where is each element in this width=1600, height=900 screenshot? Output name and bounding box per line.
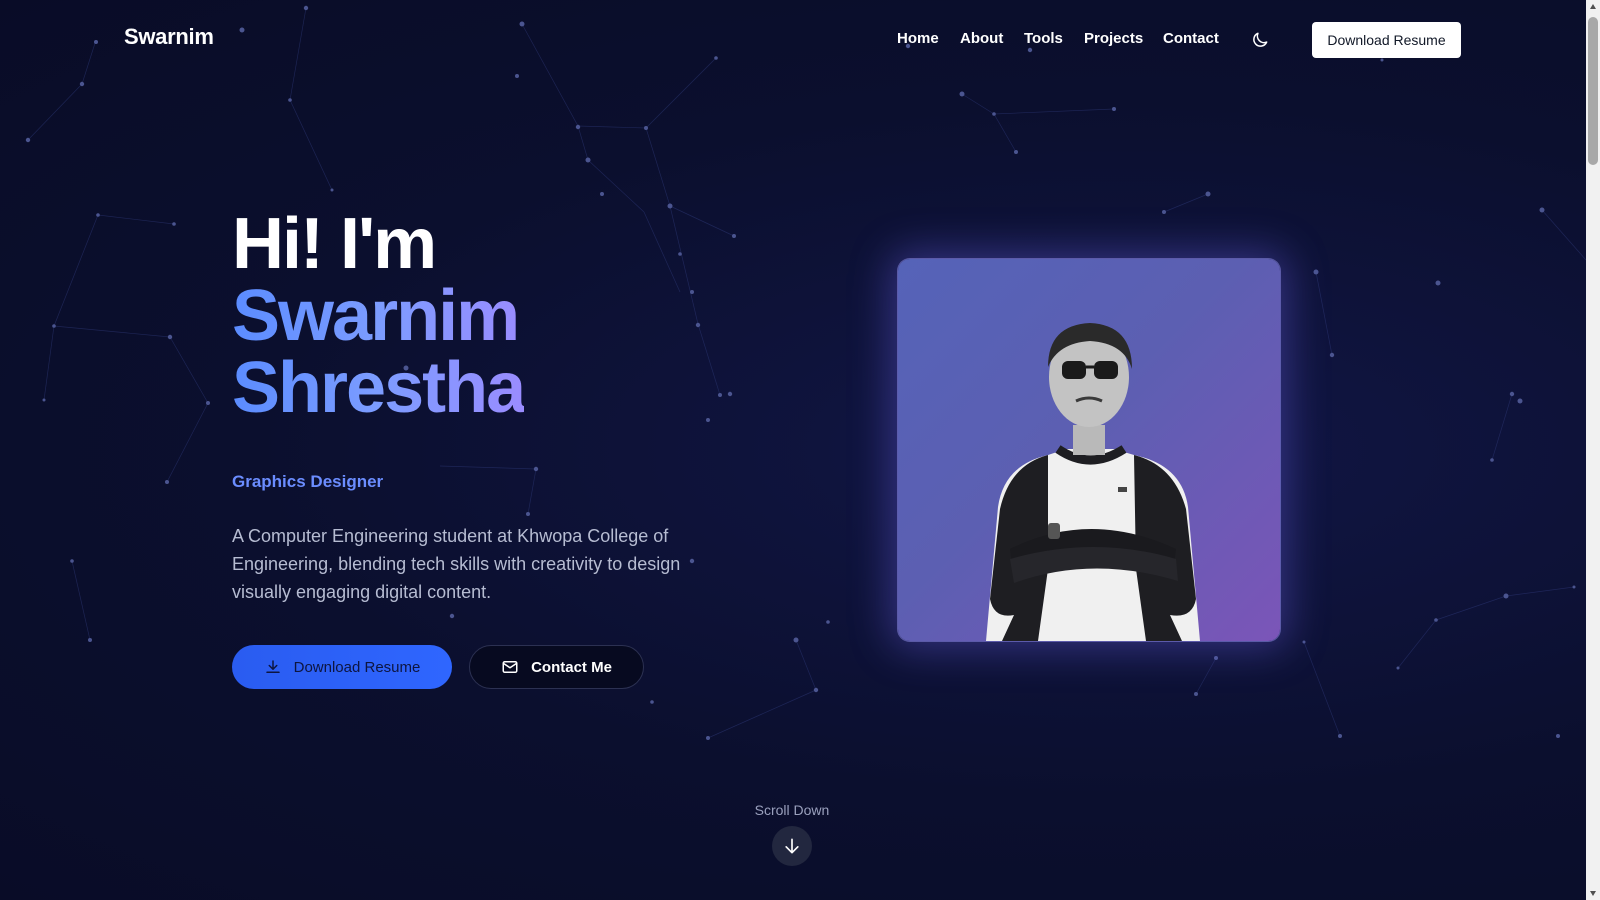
scrollbar[interactable]	[1586, 0, 1600, 900]
hero-last-name: Shrestha	[232, 348, 526, 428]
logo[interactable]: Swarnim	[124, 24, 214, 50]
arrow-down-icon	[785, 838, 799, 854]
nav-link-about[interactable]: About	[960, 30, 1003, 47]
moon-icon[interactable]	[1250, 30, 1270, 50]
page: Swarnim Home About Tools Projects Contac…	[0, 0, 1600, 900]
hero-first-name: Swarnim	[232, 280, 524, 352]
scroll-up-arrow-icon[interactable]	[1589, 3, 1597, 11]
hero-heading: Hi! I'm Swarnim Shrestha	[232, 204, 526, 428]
scroll-down-arrow-icon[interactable]	[1589, 889, 1597, 897]
profile-photo	[986, 323, 1200, 641]
download-resume-button[interactable]: Download Resume	[232, 645, 452, 689]
hero-description: A Computer Engineering student at Khwopa…	[232, 526, 681, 602]
scrollbar-thumb[interactable]	[1588, 17, 1598, 165]
profile-photo-card	[898, 259, 1280, 641]
nav-link-projects[interactable]: Projects	[1084, 30, 1143, 47]
nav-link-tools[interactable]: Tools	[1024, 30, 1063, 47]
download-resume-label: Download Resume	[293, 658, 421, 676]
contact-me-button[interactable]: Contact Me	[469, 645, 644, 689]
scroll-down-label: Scroll Down	[754, 802, 830, 818]
nav-link-home[interactable]: Home	[897, 30, 939, 47]
download-icon	[265, 660, 280, 673]
nav-link-contact[interactable]: Contact	[1163, 30, 1219, 47]
particle-network-background	[25, 5, 1586, 740]
hero-role: Graphics Designer	[232, 472, 384, 491]
scroll-down-button[interactable]	[772, 826, 812, 866]
mail-icon	[502, 661, 518, 673]
hero-greeting: Hi! I'm	[232, 204, 437, 284]
contact-me-label: Contact Me	[531, 658, 612, 676]
header-download-resume-button[interactable]: Download Resume	[1312, 22, 1461, 58]
